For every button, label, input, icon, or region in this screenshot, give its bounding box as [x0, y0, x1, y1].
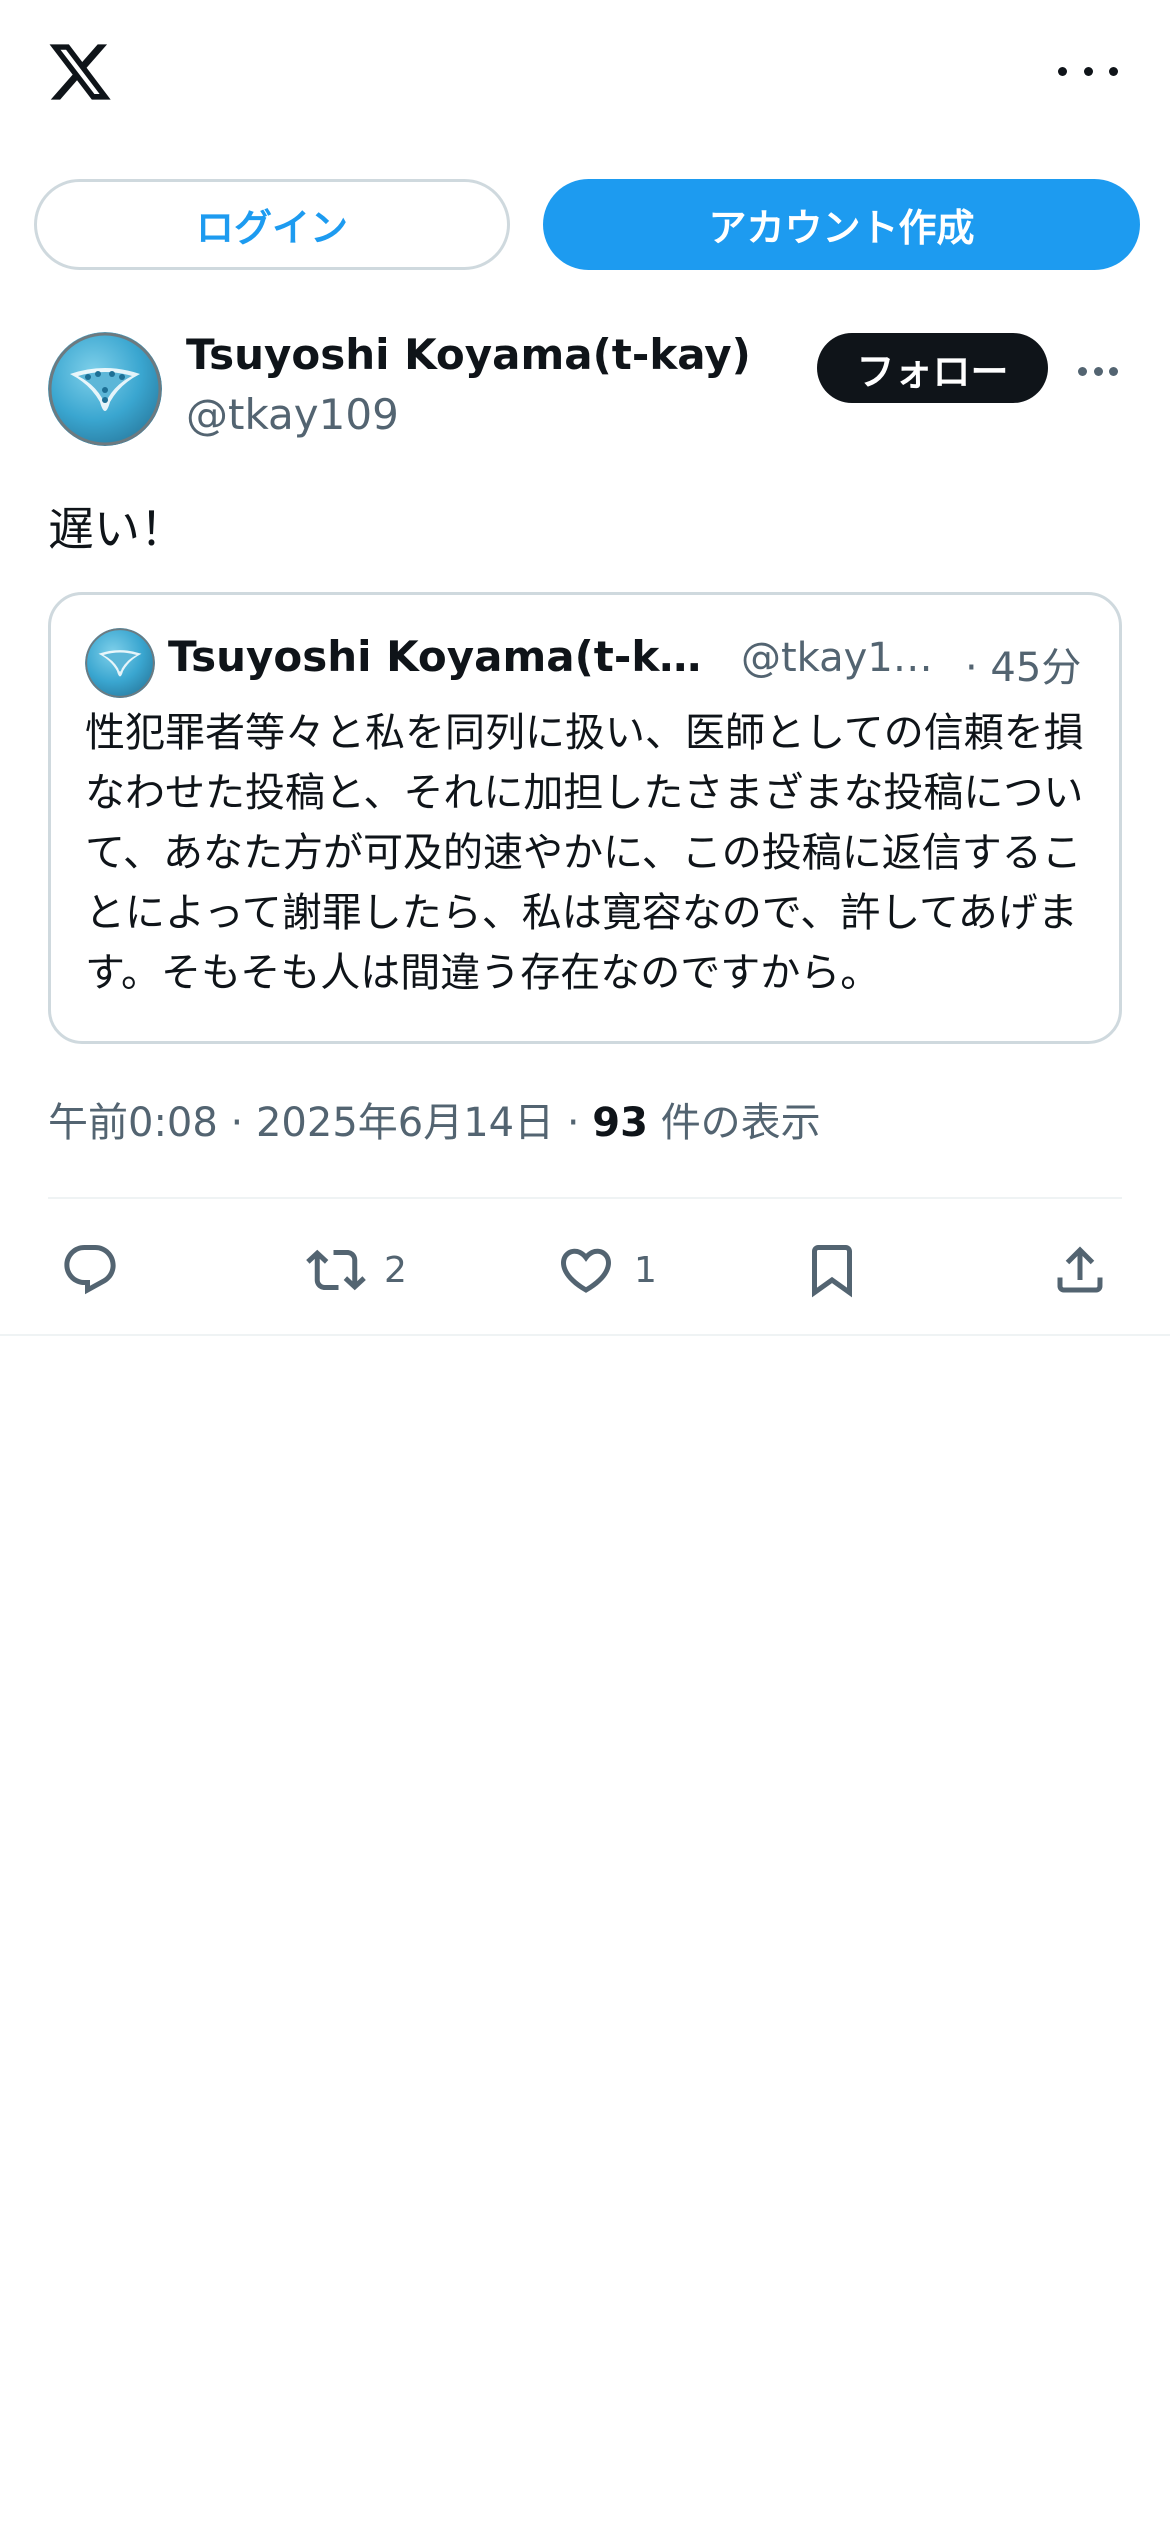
post-date[interactable]: 2025年6月14日: [256, 1100, 554, 1146]
quoted-author-name: Tsuyoshi Koyama(t-kay): [168, 632, 728, 681]
action-bar: 2 1: [0, 1210, 1170, 1330]
retweet-count: 2: [384, 1249, 407, 1291]
author-avatar[interactable]: [48, 332, 162, 446]
author-handle[interactable]: @tkay109: [186, 390, 399, 439]
bookmark-icon: [812, 1245, 852, 1298]
auth-buttons: ログイン アカウント作成: [34, 179, 1140, 270]
retweet-button[interactable]: 2: [306, 1210, 407, 1330]
divider: [48, 1197, 1122, 1199]
meta-separator: ·: [566, 1100, 580, 1146]
more-options-icon[interactable]: [1058, 56, 1118, 86]
reply-button[interactable]: [60, 1210, 138, 1330]
share-button[interactable]: [1050, 1210, 1110, 1330]
like-count: 1: [634, 1249, 657, 1291]
quoted-post-text: 性犯罪者等々と私を同列に扱い、医師としての信頼を損なわせた投稿と、それに加担した…: [85, 710, 1084, 996]
login-button[interactable]: ログイン: [34, 179, 510, 270]
divider: [0, 1334, 1170, 1336]
like-button[interactable]: 1: [556, 1210, 657, 1330]
views-label: 件の表示: [660, 1100, 821, 1146]
author-name[interactable]: Tsuyoshi Koyama(t-kay): [186, 330, 751, 379]
quoted-author-handle: @tkay109: [741, 635, 941, 681]
follow-button[interactable]: フォロー: [817, 333, 1048, 403]
retweet-icon: [306, 1249, 366, 1291]
top-bar: [0, 0, 1170, 150]
heart-icon: [560, 1248, 612, 1293]
reply-icon: [64, 1245, 116, 1295]
meta-separator: ·: [230, 1100, 244, 1146]
quoted-post-time: · 45分: [965, 645, 1082, 691]
views-count: 93: [592, 1100, 648, 1146]
share-icon: [1057, 1246, 1103, 1293]
post-more-icon[interactable]: [1078, 364, 1118, 378]
create-account-button[interactable]: アカウント作成: [543, 179, 1140, 270]
post-time[interactable]: 午前0:08: [48, 1100, 218, 1146]
post-meta: 午前0:08 · 2025年6月14日 · 93 件の表示: [48, 1090, 821, 1148]
post-text: 遅い！: [48, 502, 186, 556]
quoted-post[interactable]: Tsuyoshi Koyama(t-kay) @tkay109 · 45分 性犯…: [48, 592, 1122, 1044]
quoted-author-avatar: [85, 628, 155, 698]
bookmark-button[interactable]: [802, 1210, 862, 1330]
x-logo-icon[interactable]: [46, 38, 114, 106]
